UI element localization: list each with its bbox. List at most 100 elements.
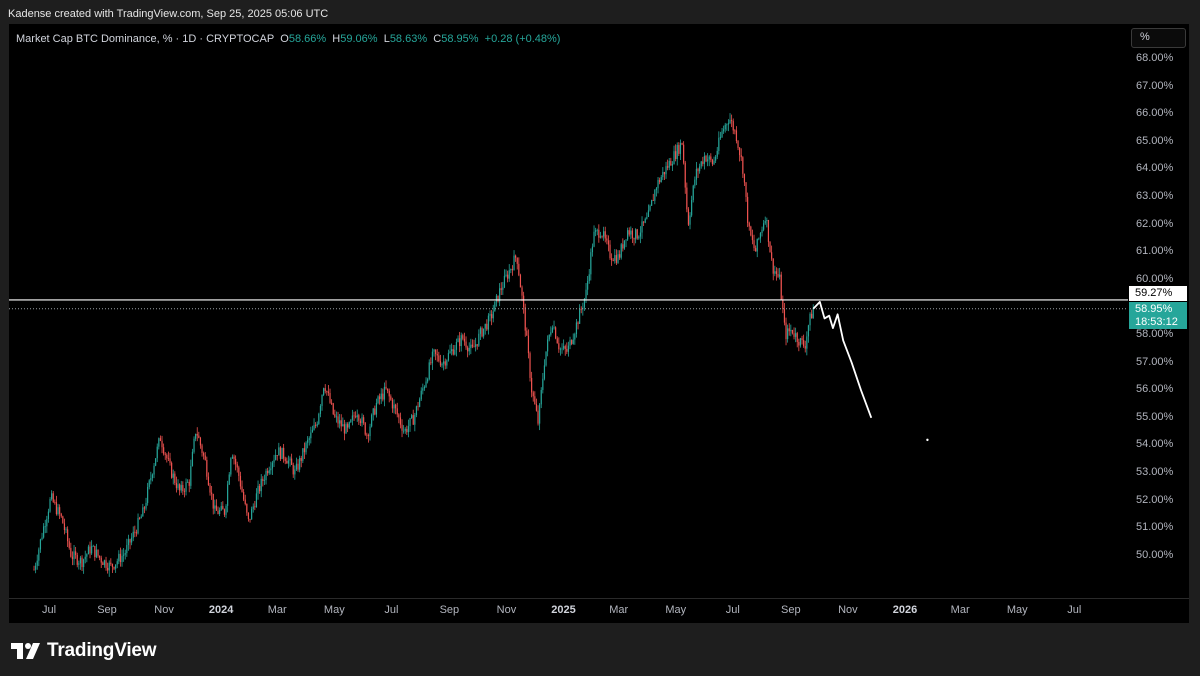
candle-body <box>396 408 398 415</box>
candle-body <box>492 311 494 319</box>
candle-body <box>526 330 528 336</box>
legend-low: 58.63% <box>389 33 428 45</box>
candle-body <box>759 233 762 239</box>
candle-body <box>206 459 208 477</box>
candle-body <box>73 551 75 560</box>
candle-body <box>342 424 344 427</box>
candle-body <box>380 393 382 400</box>
candle-body <box>638 236 640 239</box>
chart-plot[interactable] <box>9 24 1189 598</box>
y-tick-label: 60.00% <box>1136 272 1174 285</box>
candle-body <box>518 263 520 276</box>
candle-body <box>137 518 139 534</box>
percent-scale-button[interactable]: % <box>1131 28 1186 48</box>
candle-body <box>711 159 714 165</box>
legend-close: 58.95% <box>441 33 479 45</box>
candle-body <box>793 333 795 337</box>
candle-body <box>651 200 653 206</box>
candle-body <box>694 179 696 186</box>
candle-body <box>713 160 715 165</box>
candle-body <box>441 363 443 366</box>
legend-close-label: C <box>433 33 442 45</box>
y-tick-label: 65.00% <box>1136 134 1174 147</box>
candle-body <box>748 222 750 227</box>
candle-body <box>468 347 470 352</box>
tradingview-logo[interactable]: TradingView <box>11 640 157 662</box>
candle-body <box>603 231 605 237</box>
candle-body <box>635 229 637 240</box>
x-tick-label: May <box>665 604 687 616</box>
x-tick-label: Nov <box>496 604 517 616</box>
candle-body <box>671 164 674 166</box>
candle-body <box>575 322 578 335</box>
candle-body <box>700 161 702 167</box>
candle-body <box>332 403 334 415</box>
candle-body <box>377 396 379 403</box>
candle-body <box>35 565 37 570</box>
candle-body <box>415 406 418 415</box>
candle-body <box>516 257 518 264</box>
candle-body <box>196 433 198 436</box>
candle-body <box>164 453 166 455</box>
candle-body <box>467 347 469 352</box>
candle-body <box>455 341 458 350</box>
candle-body <box>155 458 157 466</box>
candle-body <box>219 510 221 515</box>
candle-body <box>44 526 46 528</box>
candle-body <box>359 420 362 424</box>
candle-body <box>647 210 650 218</box>
y-tick-label: 68.00% <box>1136 52 1174 64</box>
candle-body <box>273 459 275 463</box>
candle-body <box>414 414 416 425</box>
credit-text: Kadense created with TradingView.com, Se… <box>8 8 329 20</box>
tradingview-logo-icon <box>11 643 40 659</box>
candle-body <box>111 564 114 567</box>
candle-body <box>233 456 235 459</box>
candle-body <box>385 386 387 389</box>
candle-body <box>417 406 419 408</box>
candle-body <box>593 231 595 247</box>
candle-body <box>732 121 734 131</box>
candle-body <box>457 338 459 342</box>
candle-body <box>667 166 669 168</box>
candle-body <box>243 491 245 500</box>
candle-body <box>388 390 390 397</box>
candle-body <box>390 396 392 400</box>
candle-body <box>735 130 738 142</box>
candle-body <box>401 424 403 431</box>
candle-body <box>329 393 331 403</box>
candle-body <box>340 420 342 427</box>
candle-body <box>220 506 222 511</box>
candle-body <box>207 476 210 486</box>
candle-body <box>294 469 296 475</box>
candle-body <box>559 348 562 350</box>
candle-body <box>788 328 790 332</box>
candle-body <box>767 220 770 242</box>
candle-body <box>585 289 587 299</box>
candle-body <box>579 308 581 324</box>
candle-body <box>230 458 232 475</box>
candle-body <box>678 145 680 154</box>
candle-body <box>132 531 134 538</box>
candle-body <box>347 424 349 428</box>
candle-body <box>143 507 146 509</box>
candle-body <box>308 438 310 440</box>
candle-body <box>302 448 304 461</box>
candle-body <box>166 454 168 459</box>
candle-body <box>507 274 509 279</box>
candle-body <box>364 422 366 435</box>
candle-body <box>239 475 242 487</box>
candle-body <box>251 508 253 520</box>
candle-body <box>393 404 395 409</box>
candle-body <box>657 180 659 189</box>
x-tick-label: May <box>323 604 345 616</box>
candle-body <box>172 473 174 478</box>
candle-body <box>772 258 774 274</box>
candle-body <box>665 166 667 175</box>
candle-body <box>276 455 278 456</box>
x-tick-label: 2024 <box>208 604 234 616</box>
candle-body <box>121 555 123 563</box>
candle-body <box>115 564 117 569</box>
candle-body <box>60 513 62 517</box>
candle-body <box>379 396 381 400</box>
